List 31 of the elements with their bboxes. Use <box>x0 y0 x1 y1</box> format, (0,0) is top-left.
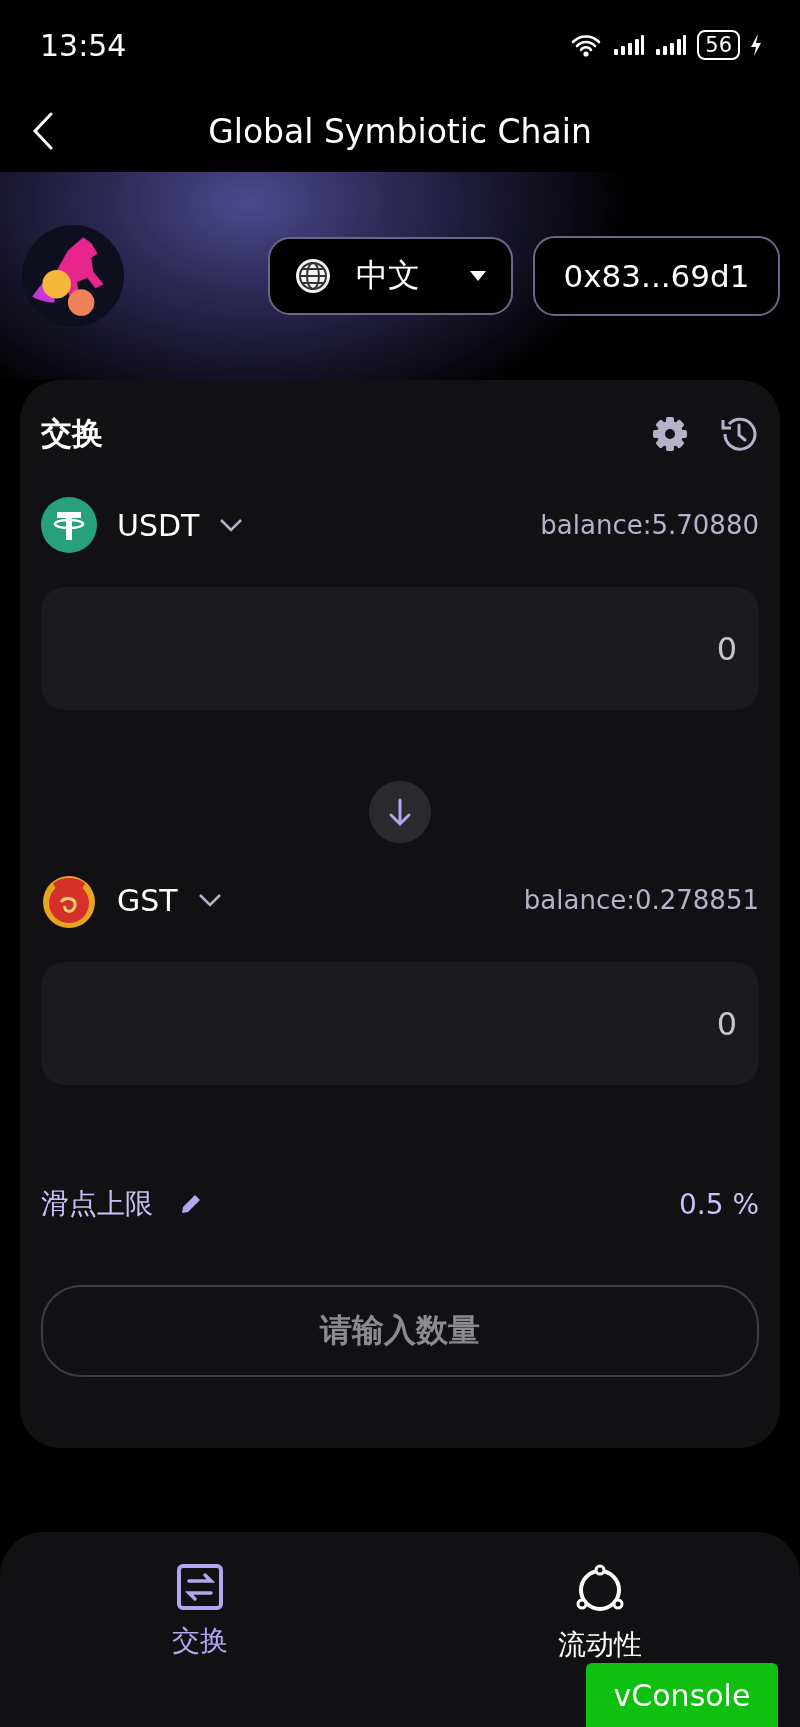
settings-icon[interactable] <box>651 415 689 453</box>
swap-icon <box>177 1564 223 1610</box>
status-time: 13:54 <box>40 27 127 63</box>
chevron-down-icon <box>219 518 244 532</box>
swap-direction-button[interactable] <box>369 781 431 843</box>
slippage-value: 0.5 % <box>678 1187 759 1221</box>
network-icon <box>574 1564 626 1614</box>
wallet-address-button[interactable]: 0x83...69d1 <box>533 236 780 316</box>
dropdown-icon <box>469 270 487 282</box>
language-selector[interactable]: 中文 <box>268 237 513 315</box>
logo-icon <box>22 225 124 327</box>
nav-tab[interactable]: 流动性 <box>400 1532 800 1665</box>
balance-text: balance:0.278851 <box>523 885 759 915</box>
globe-icon <box>294 257 332 295</box>
nav-tab[interactable]: 交换 <box>0 1532 400 1661</box>
balance-text: balance:5.70880 <box>540 510 759 540</box>
slippage-label: 滑点上限 <box>41 1186 153 1222</box>
signal-icon <box>613 34 646 56</box>
token-selector[interactable]: USDT <box>41 497 244 553</box>
amount-input[interactable]: 0 <box>41 962 759 1085</box>
back-icon[interactable] <box>32 112 54 150</box>
chevron-down-icon <box>197 893 222 907</box>
charging-icon <box>750 33 762 57</box>
signal-icon <box>655 34 688 56</box>
page-title: Global Symbiotic Chain <box>208 111 592 151</box>
battery-level: 56 <box>697 30 740 60</box>
pencil-icon[interactable] <box>179 1192 203 1216</box>
card-title: 交换 <box>41 414 103 453</box>
amount-input[interactable]: 0 <box>41 587 759 710</box>
tether-coin-icon <box>41 497 97 553</box>
token-selector[interactable]: GST <box>41 872 222 928</box>
